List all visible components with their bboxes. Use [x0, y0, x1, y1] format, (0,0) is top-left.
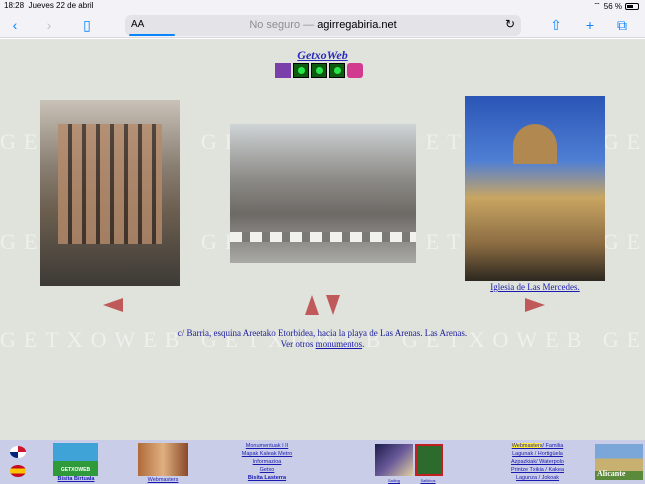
battery-icon — [625, 2, 639, 10]
home-icon[interactable] — [275, 63, 291, 78]
shield-label[interactable]: Sailkhos — [413, 477, 443, 484]
status-bar: 18:28 Jueves 22 de abril ⌔ 56 % — [0, 0, 645, 12]
lagunak-link[interactable]: Lagunak / Hortigüela — [500, 451, 575, 458]
forward-icon[interactable]: › — [40, 16, 58, 34]
getxoweb-thumb[interactable]: GETXOWEB — [53, 443, 98, 476]
game-label[interactable]: Sailing — [375, 477, 413, 484]
wifi-icon: ⌔ — [593, 1, 601, 10]
nav-cube-icon[interactable] — [329, 63, 345, 78]
basque-flag-icon[interactable] — [10, 446, 26, 458]
footer-frame: GETXOWEB Bisita Birtuala Webmasters Monu… — [0, 440, 645, 484]
webmasters-thumb[interactable] — [138, 443, 188, 476]
down-arrow-icon[interactable] — [326, 295, 340, 315]
bisita-birtuala-link[interactable]: Bisita Birtuala — [55, 476, 97, 483]
webmasters-link[interactable]: Webmasters — [140, 477, 186, 484]
reload-icon[interactable]: ↻ — [505, 17, 515, 31]
status-time: 18:28 Jueves 22 de abril — [4, 1, 94, 10]
new-tab-icon[interactable]: + — [581, 16, 599, 34]
battery-percent: 56 % — [603, 1, 622, 11]
monumentuak-link[interactable]: Monumentuak I II — [222, 443, 312, 450]
azpazkiak-link[interactable]: Azpazkiak/ Waterpolo — [500, 459, 575, 466]
bookmarks-icon[interactable]: ▯ — [78, 16, 96, 34]
printze-txikia-link[interactable]: Printze Txikia / Kakea — [500, 467, 575, 474]
status-right: ⌔ 56 % — [593, 1, 639, 11]
getxo-link[interactable]: Getxo — [222, 467, 312, 474]
informazioa-link[interactable]: Informazioa — [222, 459, 312, 466]
load-progress — [129, 34, 175, 36]
alicante-thumb[interactable]: Alicante — [595, 444, 643, 480]
web-page: GETXOWEB GETXOWEB GETXOWEB GETXOWEB GETX… — [0, 39, 645, 440]
bisita-lasterra-link[interactable]: Bisita Lasterra — [222, 475, 312, 482]
webmasters-right-link[interactable]: Webmasters — [511, 443, 543, 449]
alicante-label: Alicante — [597, 469, 626, 478]
description-more: Ver otros monumentos. — [280, 339, 365, 349]
church-caption-link[interactable]: Iglesia de Las Mercedes. — [465, 282, 605, 292]
nav-icons — [275, 63, 363, 78]
url-text: No seguro — agirregabiria.net — [249, 19, 397, 31]
lagunza-link[interactable]: Lagunza / Jokoak — [500, 475, 575, 482]
webmasters-familia-links: Webmasters/ Familia — [511, 443, 564, 449]
site-title-link[interactable]: GetxoWeb — [0, 48, 645, 63]
game-thumb[interactable] — [375, 444, 413, 476]
prev-arrow-icon[interactable] — [103, 298, 123, 312]
shield-thumb[interactable] — [415, 444, 443, 476]
back-icon[interactable]: ‹ — [6, 16, 24, 34]
nav-cube-icon[interactable] — [293, 63, 309, 78]
photo-street[interactable] — [230, 124, 416, 263]
mail-icon[interactable] — [347, 63, 363, 78]
familia-link[interactable]: Familia — [546, 443, 564, 449]
photo-description: c/ Barria, esquina Areetako Etorbidea, h… — [0, 328, 645, 350]
address-bar[interactable]: AA No seguro — agirregabiria.net ↻ — [125, 15, 521, 36]
tabs-icon[interactable]: ⧉ — [613, 16, 631, 34]
up-arrow-icon[interactable] — [305, 295, 319, 315]
photo-building[interactable] — [40, 100, 180, 286]
nav-cube-icon[interactable] — [311, 63, 327, 78]
mapak-link[interactable]: Mapak Kaleak Metro — [222, 451, 312, 458]
browser-toolbar: ‹ › ▯ AA No seguro — agirregabiria.net ↻… — [0, 12, 645, 38]
spain-flag-icon[interactable] — [10, 465, 26, 477]
photo-church[interactable] — [465, 96, 605, 281]
share-icon[interactable]: ⇧ — [547, 16, 565, 34]
description-line: c/ Barria, esquina Areetako Etorbidea, h… — [177, 328, 468, 338]
monumentos-link[interactable]: monumentos — [316, 339, 363, 349]
next-arrow-icon[interactable] — [525, 298, 545, 312]
